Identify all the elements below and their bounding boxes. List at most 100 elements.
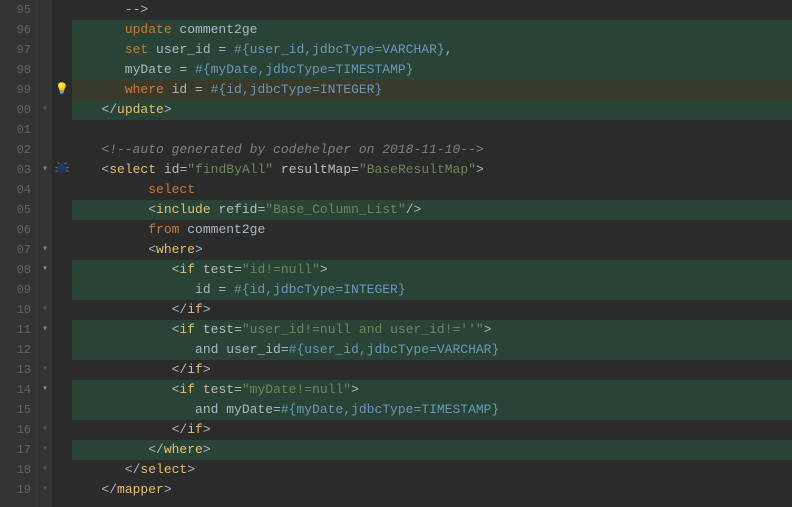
icon-placeholder — [52, 220, 72, 240]
fold-button[interactable]: ▾ — [38, 100, 52, 120]
token-plain: </ — [78, 442, 164, 457]
fold-button[interactable] — [38, 0, 52, 20]
line-number: 08 — [0, 260, 31, 280]
code-line: <if test="myDate!=null"> — [72, 380, 792, 400]
token-plain: < — [78, 262, 179, 277]
token-tag: if — [179, 322, 195, 337]
fold-button[interactable] — [38, 20, 52, 40]
token-attr-val: "user_id!=null and user_id!=''" — [242, 322, 484, 337]
bulb-icon: 💡 — [52, 80, 72, 100]
code-line: <if test="user_id!=null and user_id!=''"… — [72, 320, 792, 340]
token-plain: , — [445, 42, 453, 57]
fold-button[interactable]: ▾ — [38, 420, 52, 440]
fold-gutter: ▾▾▾▾▾▾▾▾▾▾▾▾ — [38, 0, 52, 507]
icon-placeholder — [52, 440, 72, 460]
code-line: <if test="id!=null"> — [72, 260, 792, 280]
code-line: and user_id=#{user_id,jdbcType=VARCHAR} — [72, 340, 792, 360]
token-plain: id = — [78, 282, 234, 297]
token-attr: refid — [218, 202, 257, 217]
icon-placeholder — [52, 340, 72, 360]
code-line: from comment2ge — [72, 220, 792, 240]
fold-button[interactable] — [38, 40, 52, 60]
token-plain: < — [78, 242, 156, 257]
line-number: 13 — [0, 360, 31, 380]
token-plain: < — [78, 162, 109, 177]
token-plain: </ — [78, 422, 187, 437]
fold-button[interactable] — [38, 220, 52, 240]
line-number: 17 — [0, 440, 31, 460]
token-plain — [78, 42, 125, 57]
line-number: 01 — [0, 120, 31, 140]
icon-placeholder — [52, 360, 72, 380]
token-attr-val: "myDate!=null" — [242, 382, 351, 397]
fold-button[interactable]: ▾ — [38, 380, 52, 400]
icon-placeholder — [52, 460, 72, 480]
icon-placeholder — [52, 300, 72, 320]
token-plain: = — [234, 262, 242, 277]
token-tag: select — [140, 462, 187, 477]
token-tag: if — [187, 302, 203, 317]
token-plain: > — [164, 482, 172, 497]
fold-button[interactable] — [38, 80, 52, 100]
fold-button[interactable] — [38, 200, 52, 220]
fold-button[interactable]: ▾ — [38, 160, 52, 180]
line-number: 19 — [0, 480, 31, 500]
token-attr: test — [203, 382, 234, 397]
icon-placeholder — [52, 320, 72, 340]
code-line: id = #{id,jdbcType=INTEGER} — [72, 280, 792, 300]
code-line: </mapper> — [72, 480, 792, 500]
token-plain: user_id = — [148, 42, 234, 57]
fold-button[interactable]: ▾ — [38, 240, 52, 260]
line-number: 16 — [0, 420, 31, 440]
token-plain: = — [351, 162, 359, 177]
line-number: 06 — [0, 220, 31, 240]
fold-button[interactable] — [38, 140, 52, 160]
token-tag: if — [187, 422, 203, 437]
code-line: update comment2ge — [72, 20, 792, 40]
fold-button[interactable] — [38, 180, 52, 200]
icon-placeholder — [52, 200, 72, 220]
token-plain: > — [203, 362, 211, 377]
line-number: 11 — [0, 320, 31, 340]
token-plain — [78, 82, 125, 97]
token-plain: /> — [406, 202, 422, 217]
line-number-gutter: 9596979899000102030405060708091011121314… — [0, 0, 38, 507]
token-var: #{id,jdbcType=INTEGER} — [234, 282, 406, 297]
code-content: --> update comment2ge set user_id = #{us… — [72, 0, 792, 507]
code-line: myDate = #{myDate,jdbcType=TIMESTAMP} — [72, 60, 792, 80]
code-line: </update> — [72, 100, 792, 120]
line-number: 96 — [0, 20, 31, 40]
token-plain — [78, 222, 148, 237]
fold-button[interactable]: ▾ — [38, 320, 52, 340]
icon-placeholder — [52, 260, 72, 280]
token-var: #{id,jdbcType=INTEGER} — [211, 82, 383, 97]
line-number: 98 — [0, 60, 31, 80]
line-number: 02 — [0, 140, 31, 160]
code-editor: 9596979899000102030405060708091011121314… — [0, 0, 792, 507]
icon-placeholder — [52, 100, 72, 120]
line-number: 95 — [0, 0, 31, 20]
token-plain: > — [351, 382, 359, 397]
token-tag: where — [164, 442, 203, 457]
fold-button[interactable]: ▾ — [38, 300, 52, 320]
token-tag: update — [117, 102, 164, 117]
fold-button[interactable]: ▾ — [38, 440, 52, 460]
fold-button[interactable] — [38, 340, 52, 360]
fold-button[interactable]: ▾ — [38, 460, 52, 480]
icon-placeholder — [52, 20, 72, 40]
token-plain: and myDate= — [78, 402, 281, 417]
fold-button[interactable] — [38, 400, 52, 420]
token-plain: comment2ge — [172, 22, 258, 37]
fold-button[interactable] — [38, 280, 52, 300]
fold-button[interactable] — [38, 120, 52, 140]
fold-button[interactable]: ▾ — [38, 480, 52, 500]
token-var: #{myDate,jdbcType=TIMESTAMP} — [281, 402, 499, 417]
code-line: <!--auto generated by codehelper on 2018… — [72, 140, 792, 160]
line-number: 09 — [0, 280, 31, 300]
fold-button[interactable]: ▾ — [38, 360, 52, 380]
icon-placeholder — [52, 0, 72, 20]
fold-button[interactable] — [38, 60, 52, 80]
token-plain: < — [78, 322, 179, 337]
fold-button[interactable]: ▾ — [38, 260, 52, 280]
line-number: 18 — [0, 460, 31, 480]
